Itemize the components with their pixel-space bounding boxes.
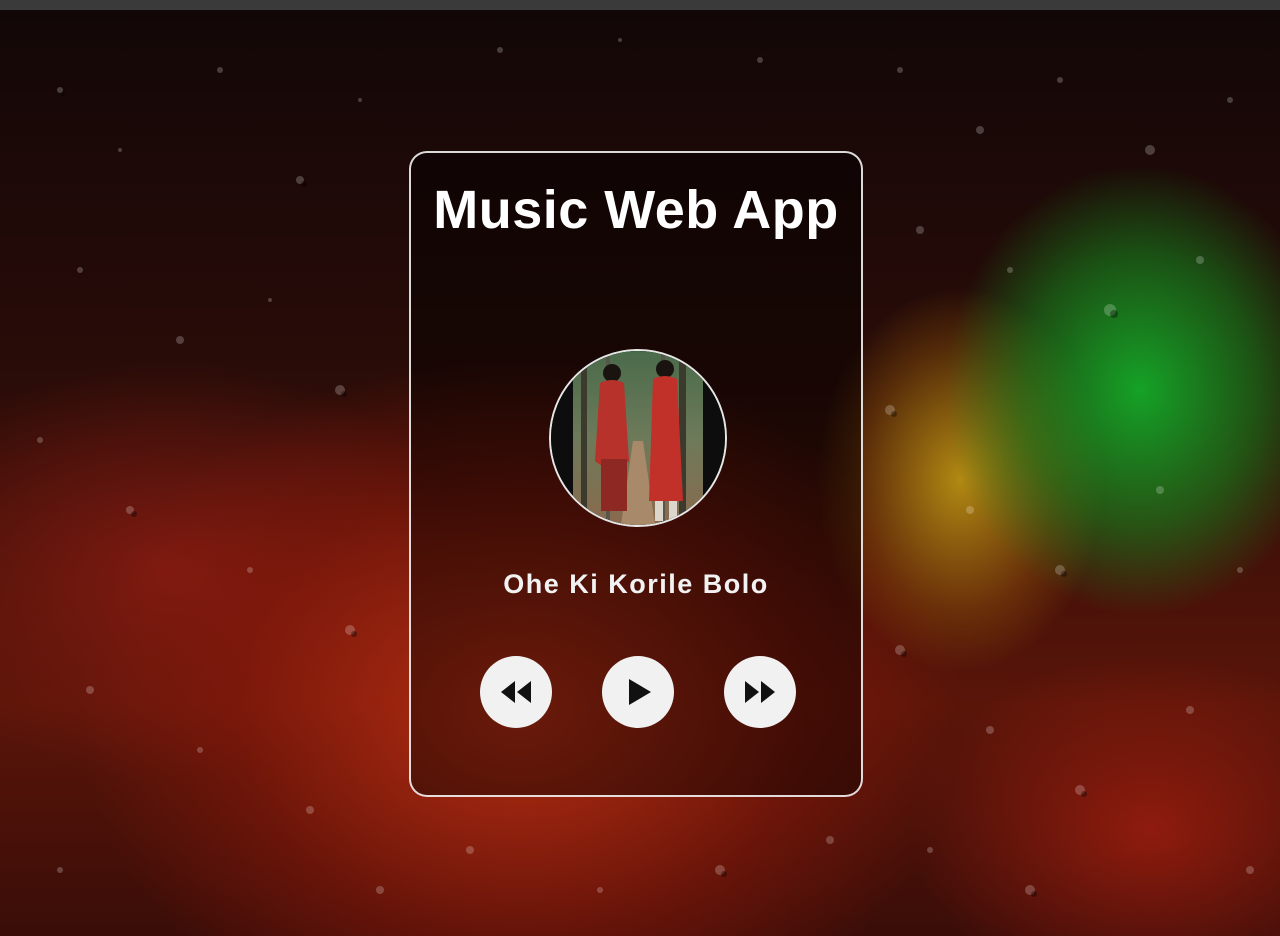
browser-top-strip xyxy=(0,0,1280,10)
app-title: Music Web App xyxy=(433,180,839,240)
fast-forward-icon xyxy=(745,681,775,703)
music-player-card: Music Web App Ohe Ki Korile Bolo xyxy=(409,151,863,797)
playback-controls xyxy=(411,656,861,730)
next-button[interactable] xyxy=(724,656,796,728)
cover-art-image xyxy=(551,351,725,525)
prev-button[interactable] xyxy=(480,656,552,728)
rewind-icon xyxy=(501,681,531,703)
play-button[interactable] xyxy=(602,656,674,728)
album-cover xyxy=(549,349,727,527)
song-title: Ohe Ki Korile Bolo xyxy=(503,569,769,599)
play-icon xyxy=(629,679,651,705)
